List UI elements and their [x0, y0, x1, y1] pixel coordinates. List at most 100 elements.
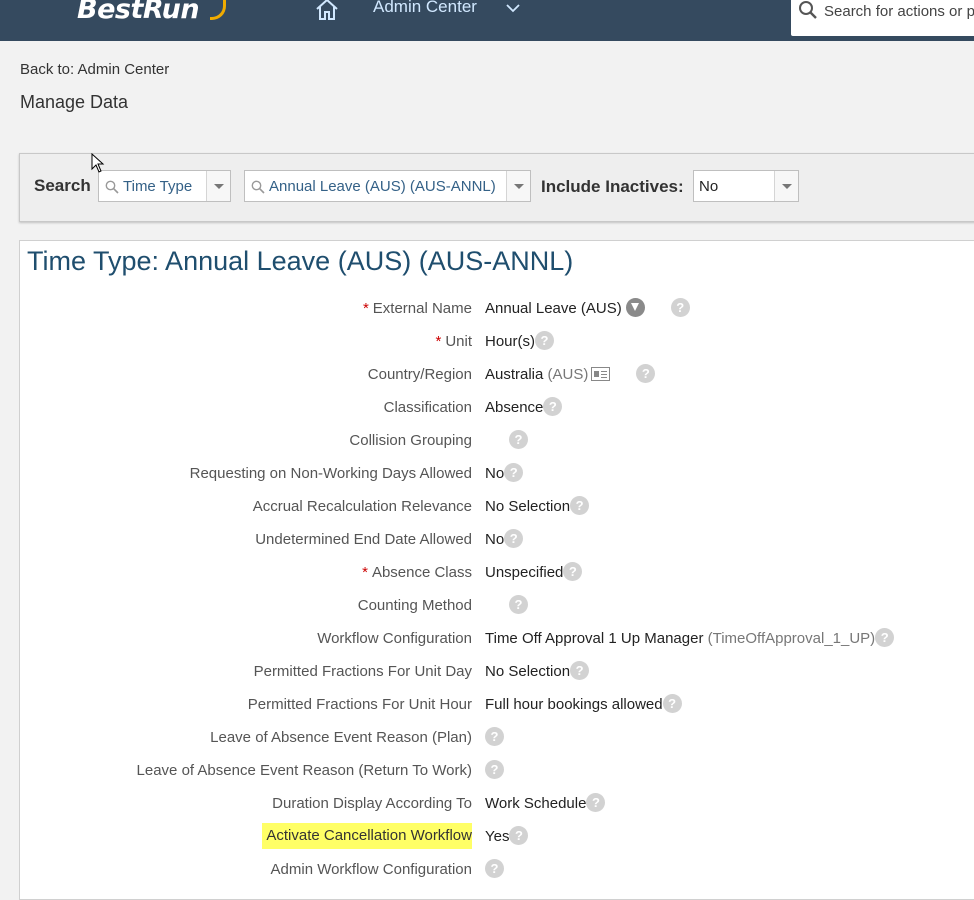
help-icon[interactable]: ? [563, 562, 583, 582]
include-inactives-value: No [699, 178, 719, 195]
field-value: Australia (AUS)? [485, 364, 656, 384]
field-value: No Selection? [485, 661, 590, 681]
required-marker: * [362, 564, 368, 581]
field-value: Full hour bookings allowed? [485, 694, 682, 714]
help-icon[interactable]: ? [670, 298, 690, 318]
field-row-requesting-non-working-days: Requesting on Non-Working Days Allowed N… [20, 461, 974, 487]
help-icon[interactable]: ? [509, 826, 529, 846]
record-value: Annual Leave (AUS) (AUS-ANNL) [269, 178, 496, 195]
field-row-duration-display: Duration Display According To Work Sched… [20, 791, 974, 817]
cursor-icon [91, 153, 105, 173]
field-row-classification: Classification Absence? [20, 395, 974, 421]
field-value: No? [485, 463, 524, 483]
help-icon[interactable]: ? [509, 430, 528, 449]
object-type-combobox[interactable]: Time Type [98, 170, 231, 202]
field-row-absence-class: * Absence Class Unspecified? [20, 560, 974, 586]
field-value: No Selection? [485, 496, 590, 516]
home-icon[interactable] [314, 0, 340, 22]
help-icon[interactable]: ? [485, 859, 504, 878]
field-value: Yes? [485, 826, 529, 846]
search-icon [251, 180, 265, 194]
brand-logo[interactable]: BestRun [77, 0, 200, 25]
dropdown-arrow-icon[interactable] [774, 171, 798, 201]
global-search-input[interactable]: Search for actions or p [791, 0, 974, 36]
help-icon[interactable]: ? [662, 694, 682, 714]
help-icon[interactable]: ? [586, 793, 606, 813]
help-icon[interactable]: ? [875, 628, 895, 648]
field-row-accrual-recalculation: Accrual Recalculation Relevance No Selec… [20, 494, 974, 520]
field-value: Time Off Approval 1 Up Manager (TimeOffA… [485, 628, 895, 648]
field-label: Leave of Absence Event Reason (Return To… [136, 762, 472, 779]
record-title: Time Type: Annual Leave (AUS) (AUS-ANNL) [27, 246, 574, 276]
field-row-activate-cancellation-workflow: Activate Cancellation Workflow Yes? [20, 823, 974, 850]
dropdown-arrow-icon[interactable] [506, 171, 530, 201]
dropdown-arrow-icon[interactable] [206, 171, 230, 201]
field-row-unit: * Unit Hour(s)? [20, 329, 974, 355]
shell-bar: BestRun Admin Center Search for actions … [0, 0, 974, 41]
help-icon[interactable]: ? [485, 760, 504, 779]
object-type-value: Time Type [123, 178, 193, 195]
field-label: Counting Method [357, 597, 472, 614]
help-icon[interactable]: ? [636, 364, 656, 384]
field-row-admin-workflow-configuration: Admin Workflow Configuration ? [20, 857, 974, 883]
help-icon[interactable]: ? [509, 595, 528, 614]
field-label: Accrual Recalculation Relevance [252, 498, 472, 515]
chevron-down-icon[interactable] [505, 2, 521, 14]
field-label: Undetermined End Date Allowed [255, 531, 472, 548]
help-icon[interactable]: ? [504, 529, 524, 549]
field-label: * External Name [362, 300, 472, 317]
field-label: Classification [383, 399, 472, 416]
page-title: Manage Data [20, 92, 129, 112]
help-icon[interactable]: ? [535, 331, 555, 351]
back-to-admin-center-link[interactable]: Back to: Admin Center [20, 61, 169, 78]
field-row-fractions-unit-hour: Permitted Fractions For Unit Hour Full h… [20, 692, 974, 718]
ranking-icon[interactable] [625, 298, 645, 318]
field-label: * Unit [435, 333, 472, 350]
field-row-country-region: Country/Region Australia (AUS)? [20, 362, 974, 388]
search-icon [799, 1, 817, 19]
field-value: Unspecified? [485, 562, 583, 582]
field-label: Permitted Fractions For Unit Hour [247, 696, 472, 713]
help-icon[interactable]: ? [485, 727, 504, 746]
app-title-menu[interactable]: Admin Center [373, 0, 477, 17]
field-label: Workflow Configuration [317, 630, 472, 647]
field-row-undetermined-end-date: Undetermined End Date Allowed No? [20, 527, 974, 553]
field-label: Requesting on Non-Working Days Allowed [189, 465, 472, 482]
include-inactives-label: Include Inactives: [541, 177, 684, 196]
help-icon[interactable]: ? [504, 463, 524, 483]
record-panel: Time Type: Annual Leave (AUS) (AUS-ANNL)… [19, 240, 974, 900]
record-combobox[interactable]: Annual Leave (AUS) (AUS-ANNL) [244, 170, 531, 202]
field-label: Admin Workflow Configuration [270, 861, 472, 878]
field-value: Hour(s)? [485, 331, 555, 351]
required-marker: * [362, 300, 369, 317]
card-icon[interactable] [591, 366, 611, 381]
field-label: Duration Display According To [272, 795, 472, 812]
help-icon[interactable]: ? [543, 397, 563, 417]
search-label: Search [34, 176, 91, 195]
field-label: Country/Region [367, 366, 472, 383]
field-label: * Absence Class [362, 564, 472, 581]
field-label: Leave of Absence Event Reason (Plan) [210, 729, 472, 746]
help-icon[interactable]: ? [570, 496, 590, 516]
search-panel: Search Time Type Annual Leave (AUS) (AUS… [19, 153, 974, 222]
field-row-fractions-unit-day: Permitted Fractions For Unit Day No Sele… [20, 659, 974, 685]
global-search-placeholder: Search for actions or p [824, 3, 974, 20]
field-label: Collision Grouping [349, 432, 472, 449]
field-row-external-name: * External Name Annual Leave (AUS)? [20, 296, 974, 322]
field-value: Annual Leave (AUS)? [485, 298, 690, 318]
field-label-highlighted: Activate Cancellation Workflow [262, 823, 472, 849]
field-row-loa-reason-plan: Leave of Absence Event Reason (Plan) ? [20, 725, 974, 751]
field-row-workflow-configuration: Workflow Configuration Time Off Approval… [20, 626, 974, 652]
field-row-collision-grouping: Collision Grouping ? [20, 428, 974, 454]
field-value: Work Schedule? [485, 793, 606, 813]
field-row-counting-method: Counting Method ? [20, 593, 974, 619]
required-marker: * [435, 333, 442, 350]
brand-logo-swoosh [210, 0, 226, 20]
include-inactives-select[interactable]: No [693, 170, 799, 202]
search-icon [105, 180, 119, 194]
field-row-loa-reason-return: Leave of Absence Event Reason (Return To… [20, 758, 974, 784]
field-value: No? [485, 529, 524, 549]
field-label: Permitted Fractions For Unit Day [253, 663, 472, 680]
field-value: Absence? [485, 397, 563, 417]
help-icon[interactable]: ? [570, 661, 590, 681]
